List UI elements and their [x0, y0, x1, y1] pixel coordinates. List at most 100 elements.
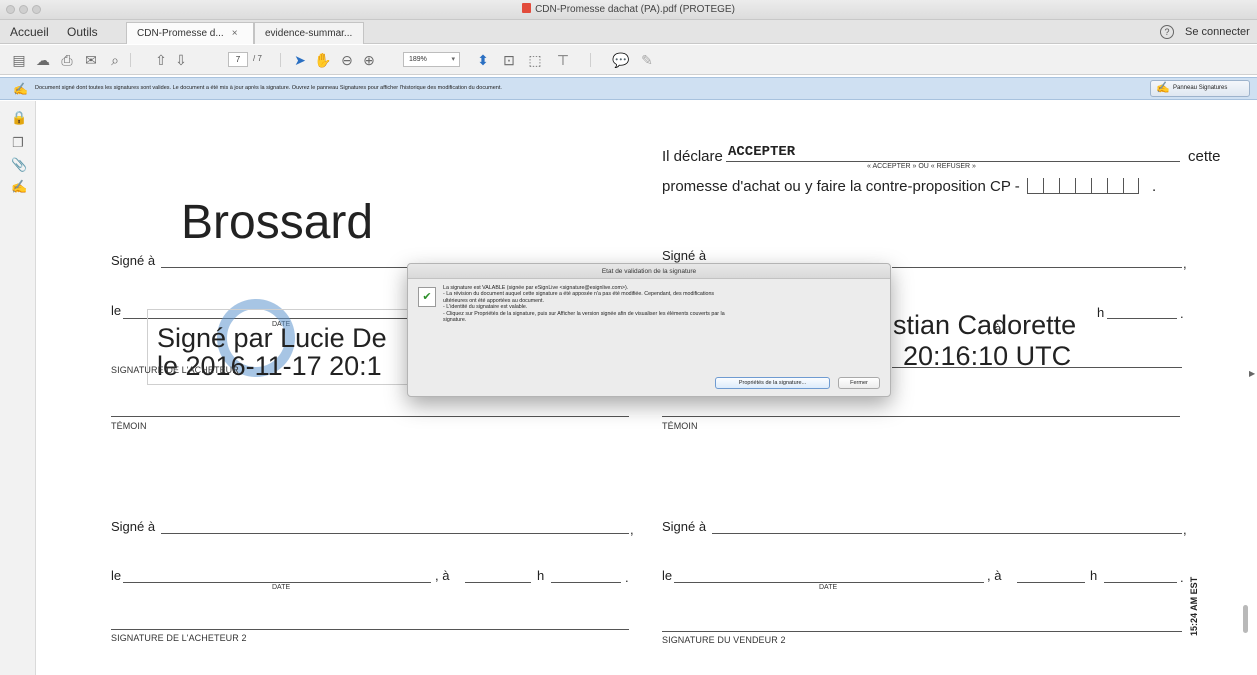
- next-page-icon[interactable]: ⇩: [172, 51, 190, 69]
- expand-right-panel-icon[interactable]: ▶: [1249, 369, 1255, 378]
- sign-in-link[interactable]: Se connecter: [1185, 26, 1250, 38]
- buyer2-signature-label: SIGNATURE DE L'ACHETEUR 2: [111, 633, 247, 643]
- signe-a-line: [712, 533, 1182, 534]
- previous-page-icon[interactable]: ⇧: [152, 51, 170, 69]
- attachment-icon[interactable]: 📎: [11, 157, 27, 173]
- print-timestamp: 15:24 AM EST: [1189, 576, 1199, 636]
- toolbar-divider: [130, 53, 131, 67]
- cp-box: [1123, 178, 1139, 194]
- witness-label: TÉMOIN: [662, 421, 698, 431]
- h-label: h: [1097, 305, 1105, 320]
- date-line: [123, 582, 431, 583]
- close-tab-icon[interactable]: ×: [232, 28, 238, 39]
- h-label: h: [1090, 568, 1098, 583]
- upload-cloud-icon[interactable]: ☁: [34, 51, 52, 69]
- print-icon[interactable]: ⎙: [58, 51, 76, 69]
- seller2-signature-line: [662, 631, 1182, 632]
- signer-name-right: stian Cadorette: [893, 310, 1077, 340]
- cp-box: [1107, 178, 1123, 194]
- pen-highlight-icon[interactable]: ✎: [638, 51, 656, 69]
- witness-label: TÉMOIN: [111, 421, 147, 431]
- signe-a-line: [892, 267, 1182, 268]
- home-tab[interactable]: Accueil: [10, 25, 49, 39]
- document-tab-evidence[interactable]: evidence-summar...: [254, 22, 364, 44]
- left-navigation-rail: 🔒 ❐ 📎 ✍: [0, 101, 36, 675]
- vertical-scrollbar[interactable]: [1243, 605, 1248, 633]
- minutes-line: [551, 582, 621, 583]
- document-tab-promesse[interactable]: CDN-Promesse d... ×: [126, 22, 254, 44]
- hand-tool-icon[interactable]: ✋: [314, 51, 332, 69]
- declare-prefix: Il déclare: [662, 148, 723, 165]
- zoom-out-icon[interactable]: ⊖: [338, 51, 356, 69]
- signe-a-label: Signé à: [111, 253, 156, 268]
- hour-line: [1017, 582, 1085, 583]
- page-total: / 7: [253, 54, 262, 63]
- le-label: le: [662, 568, 673, 583]
- zoom-in-icon[interactable]: ⊕: [360, 51, 378, 69]
- dialog-title: Etat de validation de la signature: [408, 264, 890, 279]
- date-line: [674, 582, 984, 583]
- h-label: h: [537, 568, 545, 583]
- signature-panel-icon[interactable]: ✍: [11, 179, 27, 195]
- toolbar-divider: [280, 53, 281, 67]
- zoom-level-value: 189%: [409, 56, 427, 63]
- pages-icon[interactable]: ❐: [11, 135, 25, 151]
- pdf-file-icon: [522, 3, 532, 13]
- help-icon[interactable]: ?: [1160, 25, 1174, 39]
- comment-icon[interactable]: 💬: [612, 51, 630, 69]
- close-dialog-button[interactable]: Fermer: [838, 377, 880, 389]
- signe-a-label: Signé à: [111, 519, 156, 534]
- valid-signature-icon: ✔: [418, 287, 436, 307]
- page-number-input[interactable]: 7: [228, 52, 248, 67]
- zoom-level-dropdown[interactable]: 189% ▾: [403, 52, 460, 67]
- document-tab-label: CDN-Promesse d...: [137, 28, 224, 39]
- comma: ,: [1183, 522, 1187, 537]
- signatures-panel-label: Panneau Signatures: [1173, 85, 1228, 91]
- chevron-down-icon: ▾: [451, 56, 455, 63]
- buyer2-signature-line: [111, 629, 629, 630]
- search-icon[interactable]: ⌕: [106, 51, 124, 69]
- save-icon[interactable]: ▤: [10, 51, 28, 69]
- signature-valid-icon: ✍: [13, 82, 28, 96]
- lock-icon[interactable]: 🔒: [11, 110, 27, 126]
- le-label: le: [111, 568, 122, 583]
- accept-value: ACCEPTER: [728, 144, 796, 160]
- date-caption: DATE: [272, 584, 291, 591]
- document-tab-label: evidence-summar...: [265, 28, 353, 39]
- period: .: [1180, 570, 1184, 585]
- full-screen-icon[interactable]: ⬚: [526, 51, 544, 69]
- toolbar-divider: [590, 53, 591, 67]
- cp-box: [1075, 178, 1091, 194]
- read-mode-icon[interactable]: ⊤: [554, 51, 572, 69]
- date-caption: DATE: [819, 584, 838, 591]
- signer-name-left: Signé par Lucie De: [157, 323, 387, 353]
- cp-box: [1027, 178, 1043, 194]
- tools-tab[interactable]: Outils: [67, 25, 98, 39]
- dialog-message: La signature est VALABLE (signée par eSi…: [443, 285, 883, 323]
- window-title: CDN-Promesse dachat (PA).pdf (PROTEGE): [0, 3, 1257, 15]
- cp-box: [1091, 178, 1107, 194]
- signature-pen-icon: ✍: [1156, 82, 1170, 94]
- minutes-line: [1104, 582, 1177, 583]
- seller2-signature-label: SIGNATURE DU VENDEUR 2: [662, 635, 786, 645]
- period: .: [625, 570, 629, 585]
- signe-a-line: [161, 267, 421, 268]
- a-label: , à: [435, 568, 450, 583]
- period: .: [1180, 306, 1184, 321]
- fit-width-icon[interactable]: ⊡: [500, 51, 518, 69]
- le-label: le: [111, 303, 122, 318]
- hour-line: [465, 582, 531, 583]
- signatures-panel-button[interactable]: ✍ Panneau Signatures: [1150, 80, 1250, 97]
- dialog-message-line: signature.: [443, 317, 467, 324]
- tab-bar: Accueil Outils CDN-Promesse d... × eviden…: [0, 20, 1257, 44]
- signed-location-stamp: Brossard: [181, 196, 374, 249]
- email-icon[interactable]: ✉: [82, 51, 100, 69]
- signature-properties-button[interactable]: Propriétés de la signature...: [715, 377, 830, 389]
- signature-status-banner: ✍ Document signé dont toutes les signatu…: [0, 77, 1257, 100]
- select-cursor-icon[interactable]: ➤: [292, 51, 308, 69]
- signature-validation-dialog: Etat de validation de la signature ✔ La …: [407, 263, 891, 397]
- witness-line: [111, 416, 629, 417]
- seller-signature-line: [892, 367, 1182, 368]
- fit-page-icon[interactable]: ⬍: [474, 51, 492, 69]
- comma: ,: [630, 522, 634, 537]
